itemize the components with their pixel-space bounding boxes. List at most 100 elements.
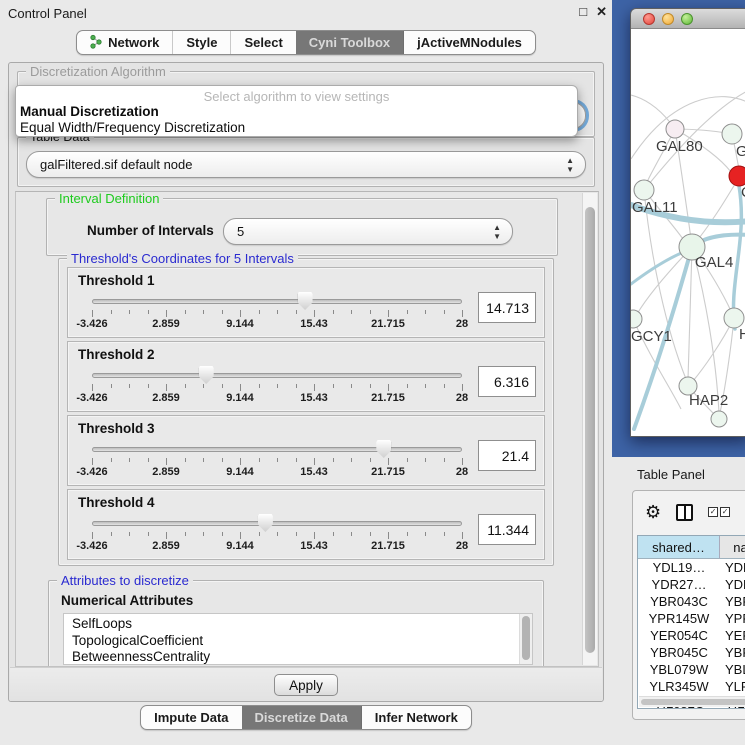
network-window-titlebar[interactable] <box>631 9 745 29</box>
tick-mark <box>185 384 186 388</box>
threshold-3-slider[interactable]: -3.4262.8599.14415.4321.71528 <box>92 437 462 481</box>
cell-shared-name[interactable]: YDL19… <box>638 559 720 576</box>
tick-mark <box>111 532 112 536</box>
slider-track[interactable] <box>92 373 462 378</box>
close-traffic-light-icon[interactable] <box>643 13 655 25</box>
slider-track[interactable] <box>92 299 462 304</box>
threshold-3-value[interactable]: 21.4 <box>478 440 536 471</box>
tab-impute-data[interactable]: Impute Data <box>141 706 241 729</box>
table-row[interactable]: YBR045CYBR0 <box>638 644 745 661</box>
table-row[interactable]: YLR345WYLR3 <box>638 678 745 695</box>
cell-name[interactable]: YBL0 <box>720 661 745 678</box>
cell-name[interactable]: YDL1 <box>720 559 745 576</box>
split-columns-icon[interactable] <box>676 504 693 521</box>
tick-label: 21.715 <box>371 466 405 478</box>
table-row[interactable]: YBR043CYBR0 <box>638 593 745 610</box>
popup-option-equal-width-frequency[interactable]: Equal Width/Frequency Discretization <box>16 120 577 136</box>
checked-columns-icon[interactable]: ✓ ✓ <box>708 507 730 517</box>
network-node-gcy1[interactable] <box>631 310 642 328</box>
cell-name[interactable]: YDR2 <box>720 576 745 593</box>
network-node-gal11[interactable] <box>634 180 654 200</box>
table-row[interactable]: YPR145WYPR1 <box>638 610 745 627</box>
tick-mark <box>333 384 334 388</box>
table-row[interactable]: YDR27…YDR2 <box>638 576 745 593</box>
network-node[interactable] <box>711 411 727 427</box>
table-data-select[interactable]: galFiltered.sif default node ▲▼ <box>26 151 586 178</box>
cell-shared-name[interactable]: YER054C <box>638 627 720 644</box>
slider-handle[interactable] <box>298 292 313 310</box>
tick-label: 28 <box>456 392 468 404</box>
table-panel-card: ⚙ ✓ ✓ shared… name YDL19…YDL1YDR27…YDR2Y… <box>632 490 745 720</box>
network-node-gal80[interactable] <box>666 120 684 138</box>
zoom-traffic-light-icon[interactable] <box>681 13 693 25</box>
cell-name[interactable]: YER0 <box>720 627 745 644</box>
attribute-list-item[interactable]: BetweennessCentrality <box>72 649 532 665</box>
popup-option-manual-discretization[interactable]: Manual Discretization <box>16 104 577 120</box>
cell-shared-name[interactable]: YBR043C <box>638 593 720 610</box>
cell-shared-name[interactable]: YDR27… <box>638 576 720 593</box>
scrollbar-thumb[interactable] <box>585 207 595 653</box>
minimize-traffic-light-icon[interactable] <box>662 13 674 25</box>
tab-style[interactable]: Style <box>172 31 230 54</box>
slider-handle[interactable] <box>199 366 214 384</box>
network-canvas[interactable]: GAL80GACGAL11GAL4GCY1HHAP2 <box>631 29 745 437</box>
cell-shared-name[interactable]: YBL079W <box>638 661 720 678</box>
node-label: GAL4 <box>695 254 733 271</box>
cell-name[interactable]: YBR0 <box>720 644 745 661</box>
threshold-3-label: Threshold 3 <box>68 416 544 436</box>
number-of-intervals-select[interactable]: 5 ▲▼ <box>223 218 513 245</box>
slider-scale-labels: -3.4262.8599.14415.4321.71528 <box>92 318 462 331</box>
network-node-c[interactable] <box>729 166 745 186</box>
scrollbar-thumb[interactable] <box>522 616 530 660</box>
tab-network[interactable]: Network <box>77 31 172 54</box>
slider-track[interactable] <box>92 447 462 452</box>
gear-icon[interactable]: ⚙ <box>645 503 661 521</box>
slider-track[interactable] <box>92 521 462 526</box>
slider-ticks <box>92 384 462 392</box>
cell-name[interactable]: YBR0 <box>720 593 745 610</box>
attribute-list-item[interactable]: SelfLoops <box>72 616 532 633</box>
threshold-1-slider[interactable]: -3.4262.8599.14415.4321.71528 <box>92 289 462 333</box>
close-window-icon[interactable]: ✕ <box>596 5 607 19</box>
table-row[interactable]: YDL19…YDL1 <box>638 559 745 576</box>
attribute-list-item[interactable]: TopologicalCoefficient <box>72 633 532 650</box>
tick-mark <box>166 532 167 539</box>
table-panel-toolbar: ⚙ ✓ ✓ <box>633 491 745 533</box>
cell-name[interactable]: YLR3 <box>720 678 745 695</box>
network-node-h[interactable] <box>724 308 744 328</box>
cell-shared-name[interactable]: YBR045C <box>638 644 720 661</box>
threshold-1-value[interactable]: 14.713 <box>478 292 536 323</box>
tab-cyni-toolbox[interactable]: Cyni Toolbox <box>296 31 403 54</box>
tick-mark <box>296 532 297 536</box>
network-view-window: GAL80GACGAL11GAL4GCY1HHAP2 <box>630 8 745 437</box>
tick-label: 2.859 <box>152 466 180 478</box>
cell-name[interactable]: YPR1 <box>720 610 745 627</box>
scrollbar-thumb[interactable] <box>641 699 745 705</box>
table-row[interactable]: YBL079WYBL0 <box>638 661 745 678</box>
network-node-ga[interactable] <box>722 124 742 144</box>
cell-shared-name[interactable]: YLR345W <box>638 678 720 695</box>
tick-mark <box>370 458 371 462</box>
table-horizontal-scrollbar[interactable] <box>639 696 745 707</box>
float-window-icon[interactable]: □ <box>579 5 587 19</box>
slider-handle[interactable] <box>258 514 273 532</box>
tick-mark <box>185 458 186 462</box>
cell-shared-name[interactable]: YPR145W <box>638 610 720 627</box>
tick-mark <box>407 458 408 462</box>
attributes-list-scrollbar[interactable] <box>519 614 532 664</box>
column-header-name[interactable]: name <box>720 536 745 558</box>
table-row[interactable]: YER054CYER0 <box>638 627 745 644</box>
threshold-4-value[interactable]: 11.344 <box>478 514 536 545</box>
settings-vertical-scrollbar[interactable] <box>582 193 597 665</box>
threshold-2-value[interactable]: 6.316 <box>478 366 536 397</box>
tick-mark <box>129 458 130 462</box>
column-header-shared[interactable]: shared… <box>638 536 720 558</box>
tab-select[interactable]: Select <box>230 31 295 54</box>
threshold-4-slider[interactable]: -3.4262.8599.14415.4321.71528 <box>92 511 462 555</box>
apply-button[interactable]: Apply <box>274 674 338 696</box>
slider-handle[interactable] <box>376 440 391 458</box>
tab-discretize-data[interactable]: Discretize Data <box>242 706 361 729</box>
tab-infer-network[interactable]: Infer Network <box>361 706 471 729</box>
tab-jactivemnodules[interactable]: jActiveMNodules <box>403 31 535 54</box>
threshold-2-slider[interactable]: -3.4262.8599.14415.4321.71528 <box>92 363 462 407</box>
